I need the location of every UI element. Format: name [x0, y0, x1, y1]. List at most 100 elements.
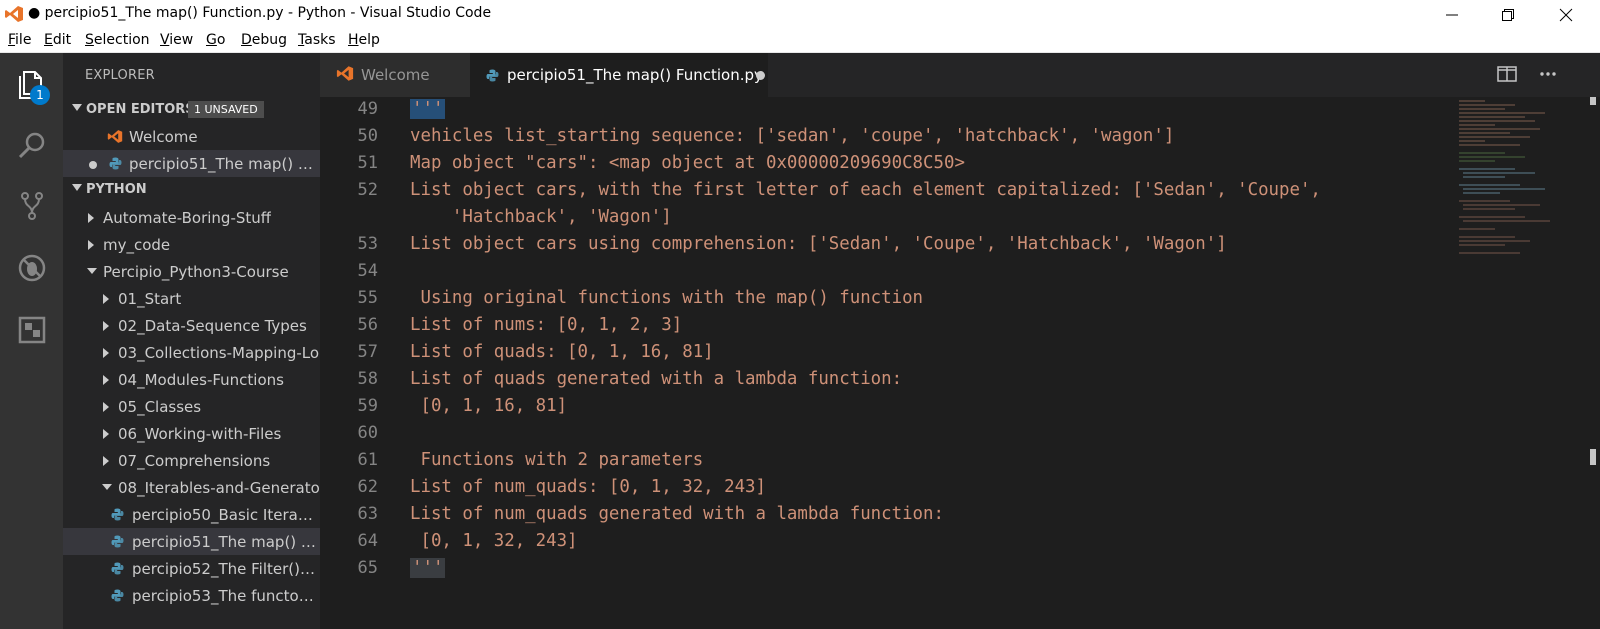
- source-control-activity[interactable]: [0, 175, 63, 237]
- minimize-icon: [1446, 14, 1458, 15]
- python-icon: [486, 69, 499, 82]
- line-number: 62: [357, 477, 378, 497]
- tab-percipio51[interactable]: percipio51_The map() Function.py: [470, 53, 768, 97]
- chevron-right-icon: [103, 402, 109, 412]
- extensions-icon: [18, 316, 45, 344]
- python-icon: [111, 589, 124, 602]
- menu-selection[interactable]: Selection: [85, 32, 150, 48]
- tree-folder-percipio-course[interactable]: Percipio_Python3-Course: [63, 258, 320, 285]
- line-text: List of num_quads generated with a lambd…: [410, 504, 944, 524]
- code-line: 56 List of nums: [0, 1, 2, 3]: [320, 313, 1440, 340]
- tree-folder-06[interactable]: 06_Working-with-Files: [63, 420, 320, 447]
- tree-folder-08[interactable]: 08_Iterables-and-Generators: [63, 474, 320, 501]
- tree-label: Percipio_Python3-Course: [103, 263, 289, 281]
- tree-folder-02[interactable]: 02_Data-Sequence Types: [63, 312, 320, 339]
- tree-folder-04[interactable]: 04_Modules-Functions: [63, 366, 320, 393]
- chevron-down-icon: [102, 484, 112, 490]
- explorer-activity[interactable]: 1: [0, 53, 63, 115]
- menu-tasks[interactable]: Tasks: [298, 32, 336, 48]
- python-folder-label: PYTHON: [86, 182, 147, 197]
- tree-folder-03[interactable]: 03_Collections-Mapping-Lo...: [63, 339, 320, 366]
- open-editors-label: OPEN EDITORS: [86, 102, 195, 117]
- tab-welcome[interactable]: Welcome: [320, 53, 470, 97]
- search-activity[interactable]: [0, 115, 63, 177]
- code-line: 59 [0, 1, 16, 81]: [320, 394, 1440, 421]
- code-line: 60: [320, 421, 1440, 448]
- minimize-button[interactable]: [1424, 0, 1480, 29]
- restore-button[interactable]: [1480, 0, 1536, 29]
- menu-help[interactable]: Help: [348, 32, 380, 48]
- tree-folder-automate[interactable]: Automate-Boring-Stuff: [63, 204, 320, 231]
- tree-file-percipio51[interactable]: percipio51_The map() Fu...: [63, 528, 320, 555]
- menu-edit[interactable]: Edit: [44, 32, 71, 48]
- chevron-right-icon: [103, 321, 109, 331]
- tree-file-percipio53[interactable]: percipio53_The functools...: [63, 582, 320, 609]
- minimap[interactable]: [1455, 97, 1555, 629]
- tree-label: 05_Classes: [118, 398, 202, 416]
- open-editors-header[interactable]: OPEN EDITORS 1 UNSAVED: [63, 97, 320, 123]
- line-number: 65: [357, 558, 378, 578]
- more-actions-icon[interactable]: [1538, 66, 1558, 82]
- unsaved-badge: 1 UNSAVED: [188, 101, 264, 118]
- tree-folder-07[interactable]: 07_Comprehensions: [63, 447, 320, 474]
- code-line-wrap: 'Hatchback', 'Wagon']: [320, 205, 1440, 232]
- line-text: List of num_quads: [0, 1, 32, 243]: [410, 477, 766, 497]
- line-text: List of quads generated with a lambda fu…: [410, 369, 903, 389]
- tree-folder-05[interactable]: 05_Classes: [63, 393, 320, 420]
- code-line: 62 List of num_quads: [0, 1, 32, 243]: [320, 475, 1440, 502]
- open-editor-welcome[interactable]: Welcome: [63, 123, 320, 150]
- tree-label: percipio52_The Filter() Fu...: [132, 560, 318, 578]
- tree-folder-my-code[interactable]: my_code: [63, 231, 320, 258]
- code-line: 64 [0, 1, 32, 243]: [320, 529, 1440, 556]
- line-text: List of nums: [0, 1, 2, 3]: [410, 315, 683, 335]
- line-number: 53: [357, 234, 378, 254]
- line-text: 'Hatchback', 'Wagon']: [410, 207, 672, 227]
- vertical-scrollbar[interactable]: [1586, 97, 1600, 629]
- line-number: 57: [357, 342, 378, 362]
- python-icon: [111, 562, 124, 575]
- code-line: 49 ''': [320, 97, 1440, 124]
- tree-label: 08_Iterables-and-Generators: [118, 479, 320, 497]
- line-number: 61: [357, 450, 378, 470]
- line-number: 51: [357, 153, 378, 173]
- split-editor-icon[interactable]: [1497, 66, 1517, 82]
- vscode-logo-icon: [336, 66, 354, 81]
- line-text: [0, 1, 16, 81]: [410, 396, 568, 416]
- python-folder-header[interactable]: PYTHON: [63, 177, 320, 203]
- scrollbar-thumb[interactable]: [1590, 449, 1596, 465]
- menu-view[interactable]: View: [160, 32, 193, 48]
- line-number: 63: [357, 504, 378, 524]
- line-number: 49: [357, 99, 378, 119]
- python-icon: [111, 535, 124, 548]
- line-text: ''': [410, 99, 446, 119]
- unsaved-dot-icon: [89, 161, 97, 169]
- close-icon: [1559, 8, 1573, 21]
- debug-activity[interactable]: [0, 237, 63, 299]
- code-line: 54: [320, 259, 1440, 286]
- line-number: 60: [357, 423, 378, 443]
- line-number: 56: [357, 315, 378, 335]
- activity-bar: 1: [0, 53, 63, 629]
- menu-debug[interactable]: Debug: [241, 32, 287, 48]
- menu-go[interactable]: Go: [206, 32, 225, 48]
- restore-icon: [1502, 8, 1514, 21]
- chevron-right-icon: [103, 456, 109, 466]
- code-line: 63 List of num_quads generated with a la…: [320, 502, 1440, 529]
- python-icon: [111, 508, 124, 521]
- source-control-icon: [20, 192, 43, 220]
- tree-file-percipio52[interactable]: percipio52_The Filter() Fu...: [63, 555, 320, 582]
- chevron-down-icon: [87, 268, 97, 274]
- code-editor[interactable]: 49 ''' 50 vehicles list_starting sequenc…: [320, 97, 1600, 629]
- tree-folder-01[interactable]: 01_Start: [63, 285, 320, 312]
- chevron-right-icon: [103, 348, 109, 358]
- close-button[interactable]: [1538, 0, 1594, 29]
- code-line: 65 ''': [320, 556, 1440, 583]
- extensions-activity[interactable]: [0, 299, 63, 361]
- open-editor-percipio51[interactable]: percipio51_The map() Fun...: [63, 150, 320, 177]
- tree-file-percipio50[interactable]: percipio50_Basic Iteration...: [63, 501, 320, 528]
- tree-label: 04_Modules-Functions: [118, 371, 284, 389]
- tree-label: percipio50_Basic Iteration...: [132, 506, 318, 524]
- menu-file[interactable]: File: [8, 32, 31, 48]
- unsaved-dot-icon[interactable]: [756, 71, 765, 80]
- line-text: List of quads: [0, 1, 16, 81]: [410, 342, 714, 362]
